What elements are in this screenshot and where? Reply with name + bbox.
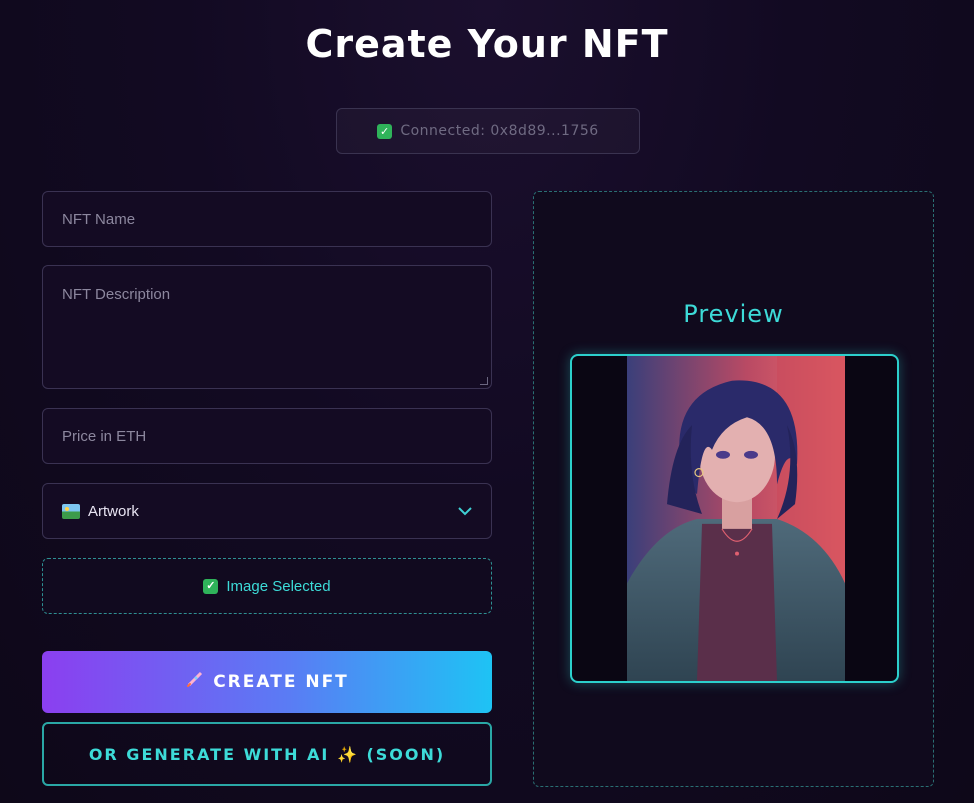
nft-description-placeholder: NFT Description — [62, 286, 171, 303]
preview-image — [627, 356, 845, 681]
wallet-status-text: Connected: 0x8d89...1756 — [400, 123, 599, 139]
nft-description-textarea[interactable]: NFT Description — [42, 265, 492, 389]
page: Create Your NFT ✓ Connected: 0x8d89...17… — [0, 0, 974, 803]
create-nft-button[interactable]: CREATE NFT — [42, 651, 492, 713]
nft-name-placeholder: NFT Name — [62, 210, 136, 228]
upload-status-text: Image Selected — [226, 577, 331, 595]
page-title: Create Your NFT — [305, 22, 669, 66]
resize-handle-icon[interactable] — [480, 377, 488, 385]
check-icon: ✓ — [203, 578, 219, 594]
create-nft-label: CREATE NFT — [213, 672, 349, 692]
wallet-status: ✓ Connected: 0x8d89...1756 — [336, 108, 640, 154]
generate-with-ai-button[interactable]: OR GENERATE WITH AI ✨ (SOON) — [42, 722, 492, 786]
generate-with-ai-label: OR GENERATE WITH AI ✨ (SOON) — [88, 744, 446, 764]
rocket-icon — [185, 671, 203, 693]
preview-title: Preview — [683, 300, 784, 328]
category-selected-value: Artwork — [88, 502, 139, 520]
nft-name-input[interactable]: NFT Name — [42, 191, 492, 247]
preview-image-frame — [570, 354, 899, 683]
category-select[interactable]: Artwork — [42, 483, 492, 539]
check-icon: ✓ — [377, 123, 393, 139]
chevron-down-icon — [458, 503, 472, 519]
price-input[interactable]: Price in ETH — [42, 408, 492, 464]
image-upload-dropzone[interactable]: ✓ Image Selected — [42, 558, 492, 614]
price-placeholder: Price in ETH — [62, 427, 147, 445]
preview-panel: Preview — [533, 191, 934, 787]
framed-picture-icon — [62, 503, 80, 519]
